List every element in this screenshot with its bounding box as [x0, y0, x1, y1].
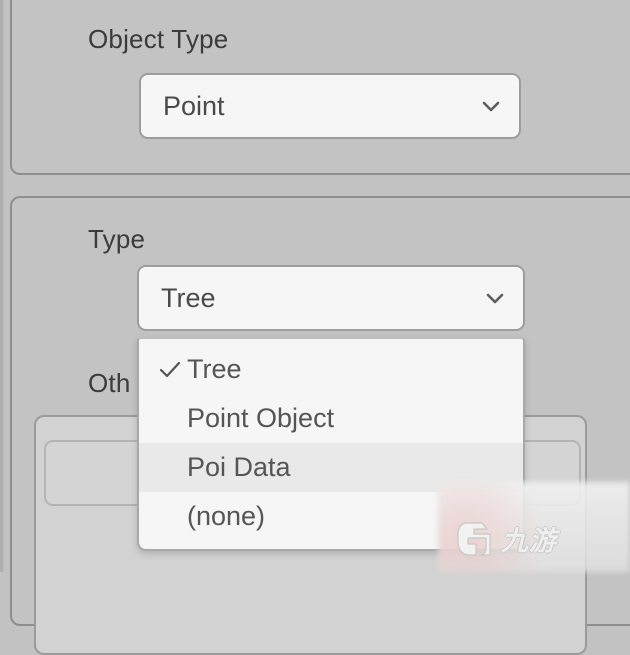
other-label: Oth: [88, 368, 131, 398]
object-type-select-value: Point: [163, 90, 225, 121]
menu-item-none[interactable]: (none): [139, 492, 523, 541]
menu-item-point-object[interactable]: Point Object: [139, 394, 523, 443]
type-select-value: Tree: [161, 282, 216, 313]
type-select-menu[interactable]: Tree Point Object Poi Data (none): [137, 337, 525, 551]
settings-panel-root: Object Type Point Type Tree Oth Tree Poi…: [0, 0, 630, 655]
menu-item-label: Poi Data: [187, 452, 291, 482]
type-select[interactable]: Tree: [137, 265, 525, 331]
object-type-select[interactable]: Point: [139, 73, 521, 139]
menu-item-poi-data[interactable]: Poi Data: [139, 443, 523, 492]
chevron-down-icon: [477, 92, 505, 120]
type-label: Type: [88, 224, 146, 254]
check-icon: [157, 357, 187, 383]
menu-item-label: Point Object: [187, 403, 335, 433]
chevron-down-icon: [481, 284, 509, 312]
window-left-edge: [0, 0, 4, 572]
object-type-label: Object Type: [88, 24, 229, 54]
menu-item-label: (none): [187, 501, 266, 531]
menu-item-tree[interactable]: Tree: [139, 345, 523, 394]
menu-item-label: Tree: [187, 354, 242, 384]
